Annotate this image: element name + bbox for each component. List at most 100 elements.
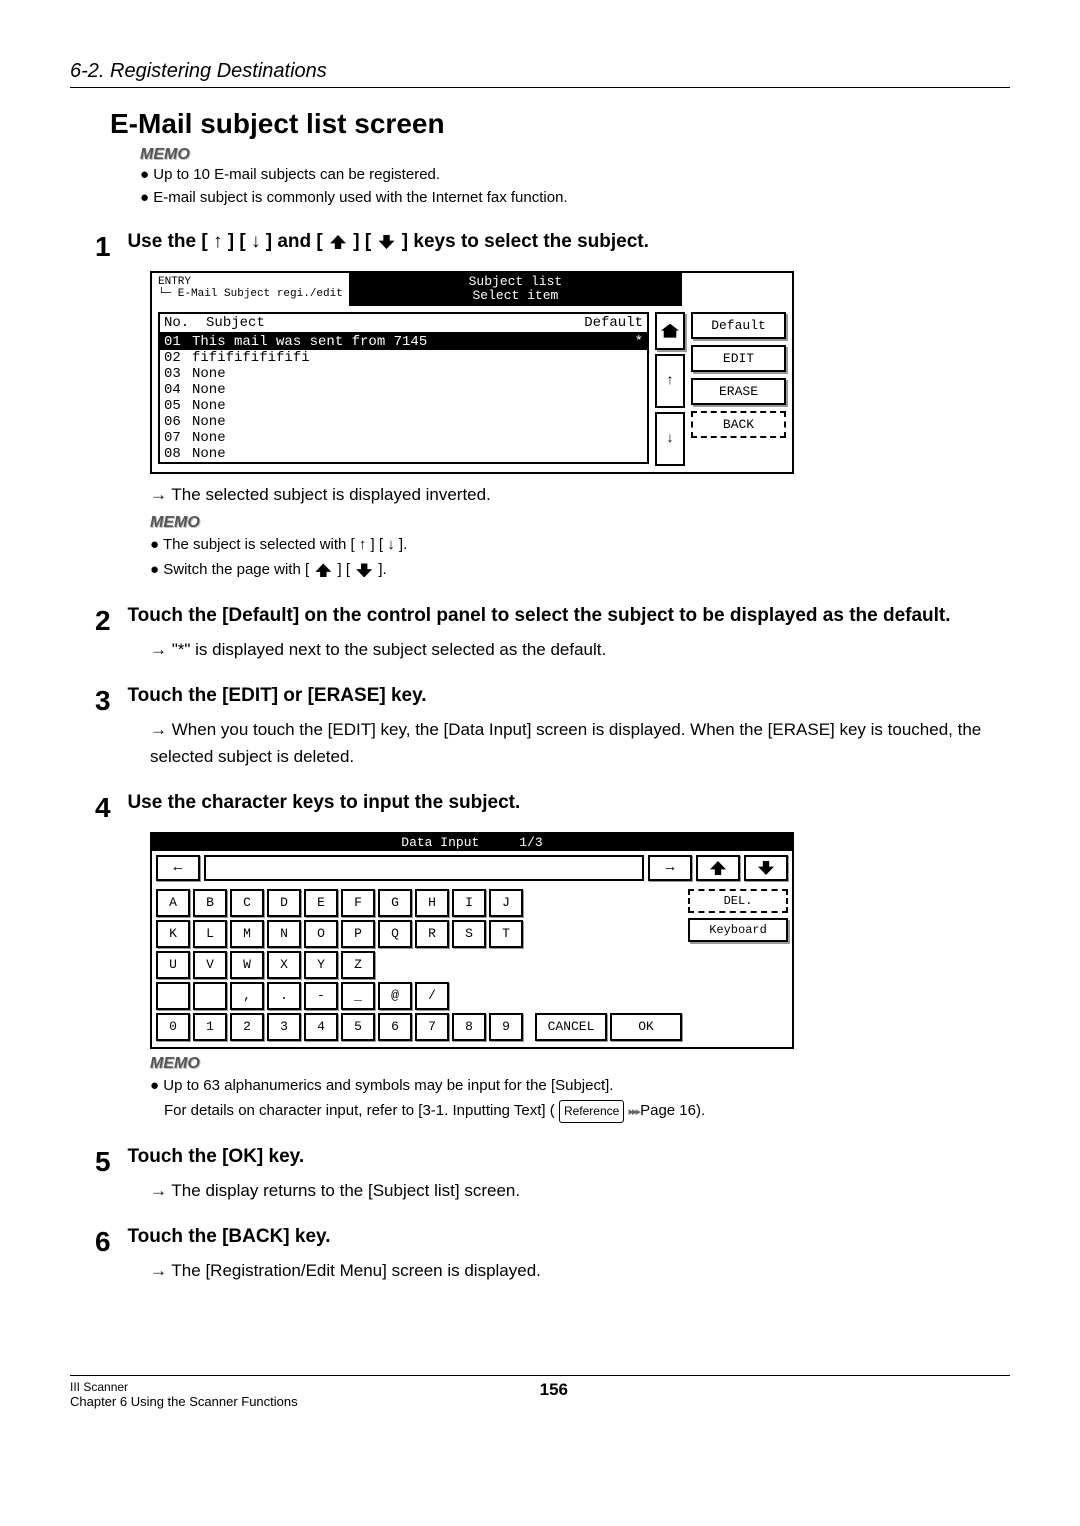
key[interactable]: C <box>230 889 264 917</box>
row-no: 01 <box>164 334 192 350</box>
reference-arrow-icon <box>628 1102 640 1119</box>
list-row[interactable]: 08None <box>160 446 647 462</box>
row-text: None <box>192 414 643 430</box>
row-no: 03 <box>164 366 192 382</box>
erase-button[interactable]: ERASE <box>691 378 786 405</box>
key[interactable]: G <box>378 889 412 917</box>
del-button[interactable]: DEL. <box>688 889 788 913</box>
key[interactable]: _ <box>341 982 375 1010</box>
key[interactable]: 7 <box>415 1013 449 1041</box>
scroll-down-button[interactable]: ↓ <box>655 412 685 466</box>
ok-button[interactable]: OK <box>610 1013 682 1041</box>
step-number: 3 <box>95 685 123 717</box>
key[interactable]: W <box>230 951 264 979</box>
memo-text: ]. <box>378 561 386 578</box>
key[interactable]: 0 <box>156 1013 190 1041</box>
default-button[interactable]: Default <box>691 312 786 339</box>
key[interactable]: N <box>267 920 301 948</box>
key[interactable]: F <box>341 889 375 917</box>
row-text: None <box>192 382 643 398</box>
key[interactable]: V <box>193 951 227 979</box>
key[interactable]: Y <box>304 951 338 979</box>
memo-bullet: Up to 10 E-mail subjects can be register… <box>140 164 1010 187</box>
key[interactable]: / <box>415 982 449 1010</box>
key[interactable]: @ <box>378 982 412 1010</box>
key[interactable]: D <box>267 889 301 917</box>
key[interactable]: 9 <box>489 1013 523 1041</box>
key[interactable]: - <box>304 982 338 1010</box>
list-row[interactable]: 03None <box>160 366 647 382</box>
memo-text: For details on character input, refer to… <box>164 1102 555 1119</box>
key[interactable]: S <box>452 920 486 948</box>
list-row[interactable]: 06None <box>160 414 647 430</box>
key[interactable]: X <box>267 951 301 979</box>
key[interactable]: Z <box>341 951 375 979</box>
key[interactable]: 6 <box>378 1013 412 1041</box>
list-row[interactable]: 07None <box>160 430 647 446</box>
key[interactable]: Q <box>378 920 412 948</box>
step-number: 5 <box>95 1146 123 1178</box>
row-no: 06 <box>164 414 192 430</box>
key[interactable]: K <box>156 920 190 948</box>
key[interactable]: T <box>489 920 523 948</box>
key[interactable] <box>156 982 190 1010</box>
key[interactable]: M <box>230 920 264 948</box>
text-input-field[interactable] <box>204 855 644 881</box>
key[interactable]: O <box>304 920 338 948</box>
key[interactable] <box>193 982 227 1010</box>
arrow-down-icon <box>379 235 395 249</box>
cursor-right-button[interactable]: → <box>648 855 692 881</box>
list-row[interactable]: 02fififififififi <box>160 350 647 366</box>
key[interactable]: P <box>341 920 375 948</box>
key[interactable]: 5 <box>341 1013 375 1041</box>
kbd-title: Data Input <box>401 835 479 850</box>
key[interactable]: 2 <box>230 1013 264 1041</box>
list-row[interactable]: 04None <box>160 382 647 398</box>
list-row[interactable]: 05None <box>160 398 647 414</box>
key[interactable]: A <box>156 889 190 917</box>
edit-button[interactable]: EDIT <box>691 345 786 372</box>
arrow-down-icon <box>356 563 372 577</box>
reference-badge: Reference <box>559 1100 624 1122</box>
key[interactable]: J <box>489 889 523 917</box>
key[interactable]: 8 <box>452 1013 486 1041</box>
page-number: 156 <box>298 1380 810 1409</box>
page-up-button[interactable] <box>696 855 740 881</box>
keyboard-button[interactable]: Keyboard <box>688 918 788 942</box>
step-number: 1 <box>95 231 123 263</box>
arrow-up-icon <box>710 861 726 875</box>
key[interactable]: H <box>415 889 449 917</box>
step-title-text: Use the [ ↑ ] [ ↓ ] and [ <box>127 231 322 252</box>
key[interactable]: . <box>267 982 301 1010</box>
cancel-button[interactable]: CANCEL <box>535 1013 607 1041</box>
key[interactable]: I <box>452 889 486 917</box>
list-row-selected[interactable]: 01This mail was sent from 7145* <box>160 334 647 350</box>
step-title-text: ] [ <box>353 231 371 252</box>
key[interactable]: 1 <box>193 1013 227 1041</box>
key[interactable]: B <box>193 889 227 917</box>
step-2: 2 Touch the [Default] on the control pan… <box>95 605 1010 663</box>
back-button[interactable]: BACK <box>691 411 786 438</box>
key[interactable]: L <box>193 920 227 948</box>
key[interactable]: , <box>230 982 264 1010</box>
step-result: The display returns to the [Subject list… <box>150 1178 1010 1204</box>
key[interactable]: U <box>156 951 190 979</box>
key[interactable]: R <box>415 920 449 948</box>
key[interactable]: 3 <box>267 1013 301 1041</box>
subject-list: 01This mail was sent from 7145* 02fififi… <box>158 334 649 464</box>
key[interactable]: E <box>304 889 338 917</box>
step1-memo-list: The subject is selected with [ ↑ ] [ ↓ ]… <box>150 532 1010 583</box>
page-down-button[interactable] <box>744 855 788 881</box>
row-text: This mail was sent from 7145 <box>192 334 635 350</box>
memo-label: MEMO <box>150 514 1010 532</box>
scroll-up-button[interactable]: ↑ <box>655 354 685 408</box>
step-result: When you touch the [EDIT] key, the [Data… <box>150 717 1010 770</box>
scroll-home-button[interactable] <box>655 312 685 350</box>
memo-label: MEMO <box>140 146 1010 164</box>
memo-bullet: The subject is selected with [ ↑ ] [ ↓ ]… <box>150 532 1010 558</box>
memo-text: Switch the page with [ <box>163 561 309 578</box>
key[interactable]: 4 <box>304 1013 338 1041</box>
step-title: Use the character keys to input the subj… <box>127 792 520 813</box>
step-4: 4 Use the character keys to input the su… <box>95 792 1010 1124</box>
cursor-left-button[interactable]: ← <box>156 855 200 881</box>
